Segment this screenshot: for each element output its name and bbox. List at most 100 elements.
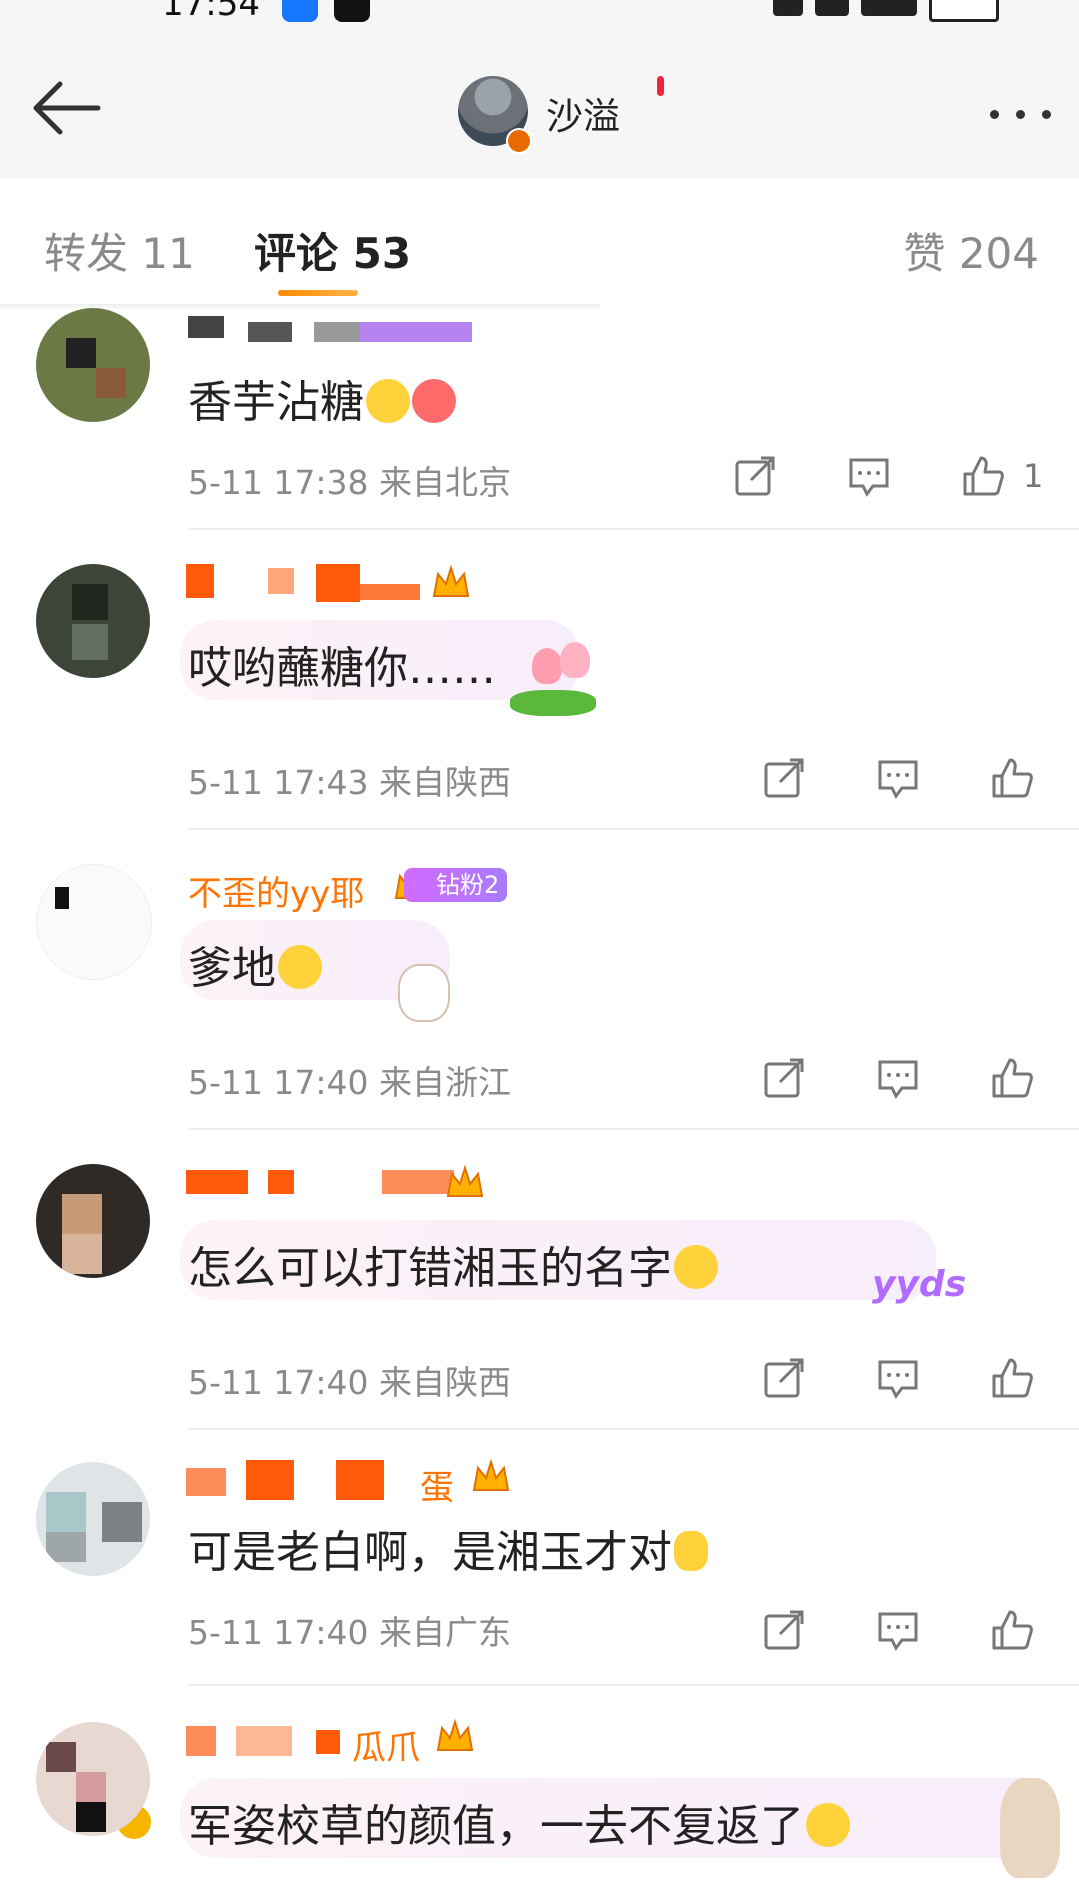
- comment-meta: 5-11 17:40 来自广东: [188, 1606, 511, 1654]
- comment-item: 怎么可以打错湘玉的名字 yyds 5-11 17:40 来自陕西: [0, 1160, 1079, 1430]
- like-icon[interactable]: [961, 454, 1005, 498]
- like-icon[interactable]: [990, 756, 1034, 800]
- comment-text-content: 军姿校草的颜值，一去不复返了: [188, 1801, 804, 1852]
- comment-location: 来自陕西: [379, 1363, 511, 1402]
- divider: [188, 1428, 1079, 1430]
- comment-icon[interactable]: [847, 454, 891, 498]
- avatar[interactable]: [36, 308, 150, 422]
- avatar[interactable]: [36, 564, 150, 678]
- tab-likes[interactable]: 赞 204: [903, 220, 1039, 281]
- fan-badge: 钻粉2: [404, 868, 508, 902]
- comment-meta: 5-11 17:40 来自陕西: [188, 1356, 511, 1404]
- notification-dot: [657, 76, 664, 96]
- verified-badge-icon: [506, 128, 532, 154]
- share-icon[interactable]: [762, 1056, 806, 1100]
- comment-item: 香芋沾糖 5-11 17:38 来自北京 1: [0, 308, 1079, 530]
- comment-time: 5-11 17:40: [188, 1363, 369, 1402]
- comment-text: 可是老白啊，是湘玉才对: [188, 1516, 708, 1580]
- yyds-decoration: yyds: [872, 1264, 967, 1305]
- comment-item: 蛋 可是老白啊，是湘玉才对 5-11 17:40 来自广东: [0, 1458, 1079, 1686]
- comment-text-content: 怎么可以打错湘玉的名字: [188, 1243, 672, 1294]
- share-icon[interactable]: [762, 1356, 806, 1400]
- comment-actions: 1: [733, 454, 1043, 498]
- comment-text: 爹地: [188, 932, 322, 996]
- page-title[interactable]: 沙溢: [546, 86, 620, 140]
- like-count: 1: [1023, 457, 1044, 495]
- comment-icon[interactable]: [876, 756, 920, 800]
- like-icon[interactable]: [990, 1056, 1034, 1100]
- top-nav: 沙溢: [0, 24, 1079, 179]
- laughing-emoji-icon: [806, 1803, 850, 1847]
- share-icon[interactable]: [733, 454, 777, 498]
- like-icon[interactable]: [990, 1608, 1034, 1652]
- comment-time: 5-11 17:43: [188, 763, 369, 802]
- tab-bar: 转发 11 评论 53 赞 204: [0, 178, 1079, 310]
- username-visible: 蛋: [420, 1468, 454, 1508]
- avatar[interactable]: [36, 1722, 150, 1836]
- hd-icon: [815, 0, 849, 16]
- crown-icon: [436, 1718, 474, 1751]
- share-icon[interactable]: [762, 756, 806, 800]
- crying-emoji-icon: [366, 379, 410, 423]
- tab-reposts[interactable]: 转发 11: [44, 220, 195, 281]
- comment-text-content: 香芋沾糖: [188, 377, 364, 428]
- comment-location: 来自陕西: [379, 763, 511, 802]
- tiktok-icon: [334, 0, 370, 22]
- divider: [188, 828, 1079, 830]
- crown-icon: [432, 564, 470, 597]
- crying-emoji-icon: [278, 945, 322, 989]
- comment-icon[interactable]: [876, 1356, 920, 1400]
- comment-icon[interactable]: [876, 1608, 920, 1652]
- divider: [188, 1128, 1079, 1130]
- doge-emoji-icon: [674, 1245, 718, 1289]
- girl-decoration-icon: [1000, 1778, 1060, 1878]
- crown-icon: [472, 1458, 510, 1491]
- comment-actions: [762, 1056, 1034, 1100]
- more-icon[interactable]: [990, 110, 1051, 119]
- divider: [188, 1684, 1079, 1686]
- avatar[interactable]: [36, 1462, 150, 1576]
- status-bar: 17:54: [0, 0, 1079, 24]
- vibrate-icon: [773, 0, 803, 16]
- comment-text: 怎么可以打错湘玉的名字: [188, 1232, 718, 1296]
- comment-time: 5-11 17:40: [188, 1063, 369, 1102]
- tab-active-indicator: [278, 290, 358, 296]
- username-visible: 瓜爪: [352, 1728, 420, 1768]
- comment-text-content: 爹地: [188, 943, 276, 994]
- crown-icon: [446, 1164, 484, 1197]
- comment-location: 来自广东: [379, 1613, 511, 1652]
- alipay-icon: [282, 0, 318, 22]
- share-icon[interactable]: [762, 1608, 806, 1652]
- divider: [188, 528, 1079, 530]
- shy-emoji-icon: [674, 1531, 708, 1571]
- battery-icon: [929, 0, 999, 22]
- comment-location: 来自浙江: [379, 1063, 511, 1102]
- comment-actions: [762, 1356, 1034, 1400]
- comment-text: 哎哟蘸糖你……: [188, 643, 496, 694]
- comment-location: 来自北京: [379, 463, 511, 502]
- comment-item: 瓜爪 军姿校草的颜值，一去不复返了: [0, 1718, 1079, 1896]
- kiss-emoji-icon: [412, 379, 456, 423]
- comment-meta: 5-11 17:43 来自陕西: [188, 756, 511, 804]
- comment-text-content: 可是老白啊，是湘玉才对: [188, 1527, 672, 1578]
- status-time: 17:54: [162, 0, 260, 24]
- avatar[interactable]: [36, 864, 152, 980]
- comment-time: 5-11 17:38: [188, 463, 369, 502]
- comment-actions: [762, 756, 1034, 800]
- back-arrow-icon[interactable]: [30, 80, 102, 136]
- status-icons: [773, 0, 999, 22]
- comment-actions: [762, 1608, 1034, 1652]
- comment-icon[interactable]: [876, 1056, 920, 1100]
- comment-time: 5-11 17:40: [188, 1613, 369, 1652]
- avatar[interactable]: [36, 1164, 150, 1278]
- comment-text: 军姿校草的颜值，一去不复返了: [188, 1790, 850, 1854]
- puppy-decoration-icon: [398, 964, 450, 1022]
- tab-comments[interactable]: 评论 53: [254, 220, 411, 281]
- signal-icon: [861, 0, 917, 16]
- comment-text: 香芋沾糖: [188, 366, 456, 430]
- like-icon[interactable]: [990, 1356, 1034, 1400]
- comment-item: 不歪的yy耶 钻粉2 爹地 5-11 17:40 来自浙江: [0, 860, 1079, 1842]
- comment-meta: 5-11 17:38 来自北京: [188, 456, 511, 504]
- username[interactable]: 不歪的yy耶: [188, 866, 364, 915]
- comment-meta: 5-11 17:40 来自浙江: [188, 1056, 511, 1104]
